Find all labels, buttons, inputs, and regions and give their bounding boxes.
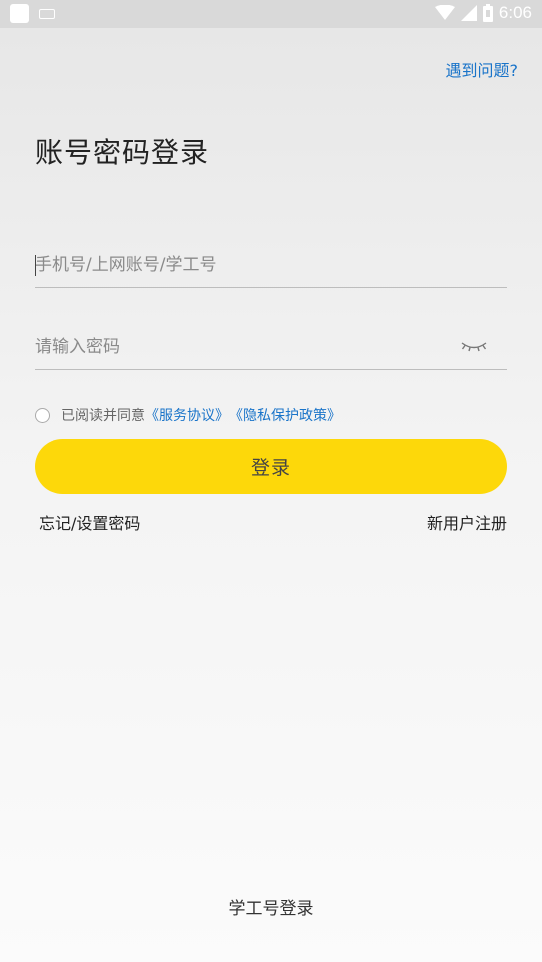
password-field: [35, 325, 507, 370]
page-title: 账号密码登录: [35, 135, 210, 169]
app-square-icon: [10, 4, 29, 23]
status-bar: 6:06: [0, 0, 542, 28]
account-field: [35, 243, 507, 288]
privacy-policy-link[interactable]: 《隐私保护政策》: [229, 405, 341, 425]
account-input[interactable]: [35, 243, 435, 287]
agreement-prefix: 已阅读并同意: [61, 408, 145, 424]
agreement-row: 已阅读并同意 《服务协议》 《隐私保护政策》: [35, 405, 341, 425]
wifi-icon: [434, 5, 455, 20]
register-link[interactable]: 新用户注册: [427, 510, 507, 534]
password-input[interactable]: [35, 325, 435, 369]
forgot-password-link[interactable]: 忘记/设置密码: [39, 510, 140, 534]
text-caret: [35, 255, 36, 276]
agreement-checkbox[interactable]: [35, 407, 50, 423]
status-right: 6:06: [434, 3, 532, 23]
status-left: [10, 4, 55, 23]
eye-closed-icon[interactable]: [459, 335, 489, 357]
help-link[interactable]: 遇到问题?: [446, 57, 519, 81]
status-time: 6:06: [498, 3, 532, 22]
service-agreement-link[interactable]: 《服务协议》: [145, 405, 229, 425]
login-button[interactable]: 登录: [35, 439, 507, 494]
keyboard-icon: [39, 8, 55, 19]
signal-icon: [460, 5, 477, 21]
battery-icon: [482, 4, 493, 22]
staff-id-login-link[interactable]: 学工号登录: [0, 894, 542, 919]
